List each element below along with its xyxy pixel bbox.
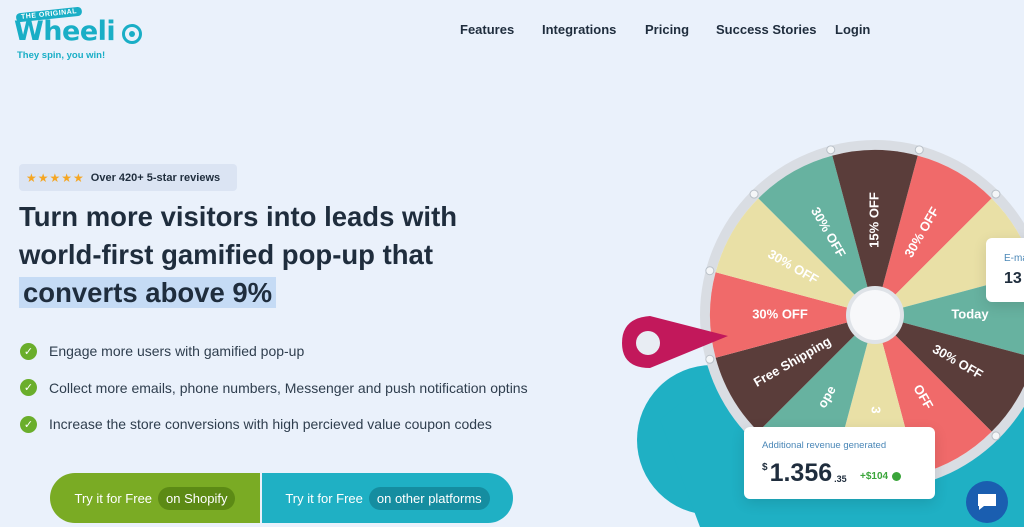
check-icon: ✓ xyxy=(20,379,37,396)
chat-widget-button[interactable] xyxy=(966,481,1008,523)
wheel-segment-label: 15% OFF xyxy=(866,192,881,248)
chat-bubble-icon xyxy=(978,494,996,510)
up-arrow-icon xyxy=(892,472,902,481)
nav-success-stories[interactable]: Success Stories xyxy=(716,22,816,37)
email-card-label: E-ma xyxy=(1004,253,1024,264)
feature-text: Collect more emails, phone numbers, Mess… xyxy=(49,379,528,396)
nav-features[interactable]: Features xyxy=(460,22,514,37)
wheel-peg xyxy=(705,354,715,364)
revenue-card: Additional revenue generated $ 1.356 .35… xyxy=(744,427,935,499)
try-free-other-platforms-button[interactable]: Try it for Free on other platforms xyxy=(262,473,513,523)
revenue-delta-value: +$104 xyxy=(860,471,889,482)
cta-other-label: Try it for Free xyxy=(285,490,363,506)
logo-tagline: They spin, you win! xyxy=(17,50,106,61)
logo-wheel-icon xyxy=(122,24,142,44)
revenue-currency: $ xyxy=(762,462,768,473)
nav-login[interactable]: Login xyxy=(835,22,870,37)
feature-text: Increase the store conversions with high… xyxy=(49,416,492,432)
wheel-segment-label: 30% OFF xyxy=(752,306,808,321)
revenue-label: Additional revenue generated xyxy=(762,440,887,451)
cta-shopify-pill: on Shopify xyxy=(158,486,236,510)
check-icon: ✓ xyxy=(20,415,37,433)
feature-item: ✓ Engage more users with gamified pop-up xyxy=(20,340,528,362)
revenue-cents: .35 xyxy=(834,474,847,484)
wheel-peg xyxy=(749,189,759,199)
wheel-peg xyxy=(914,145,924,155)
wheel-segment-label: Today xyxy=(951,306,989,321)
wheel-peg xyxy=(991,431,1001,441)
revenue-delta: +$104 xyxy=(860,471,902,482)
headline-line-1: Turn more visitors into leads with xyxy=(19,201,458,232)
nav-integrations[interactable]: Integrations xyxy=(542,22,616,37)
email-stat-card: E-ma 13 xyxy=(986,238,1024,302)
cta-shopify-label: Try it for Free xyxy=(74,490,153,506)
hero-headline: Turn more visitors into leads with world… xyxy=(19,198,539,312)
feature-list: ✓ Engage more users with gamified pop-up… xyxy=(20,340,528,450)
wheel-peg xyxy=(991,189,1001,199)
feature-item: ✓ Collect more emails, phone numbers, Me… xyxy=(20,377,528,399)
revenue-value: 1.356 xyxy=(769,459,833,487)
nav-pricing[interactable]: Pricing xyxy=(645,22,689,37)
logo-wordmark: Wheeli xyxy=(14,16,116,47)
headline-highlight: converts above 9% xyxy=(19,277,277,308)
headline-line-2: world-first gamified pop-up that xyxy=(19,239,433,270)
wheel-peg xyxy=(826,145,836,155)
wheel-peg xyxy=(705,266,715,276)
reviews-text: Over 420+ 5-star reviews xyxy=(90,171,221,184)
wheel-segment-label: 3 xyxy=(869,406,884,413)
cta-other-pill: on other platforms xyxy=(368,486,490,510)
five-stars-icon: ★★★★★ xyxy=(26,170,85,185)
wheel-hub xyxy=(850,290,900,340)
feature-item: ✓ Increase the store conversions with hi… xyxy=(20,413,528,435)
feature-text: Engage more users with gamified pop-up xyxy=(49,343,305,359)
email-card-value: 13 xyxy=(1004,270,1022,287)
wheelio-logo[interactable]: THE ORIGINAL Wheeli They spin, you win! xyxy=(14,6,144,61)
revenue-amount: $ 1.356 .35 xyxy=(762,459,847,488)
try-free-shopify-button[interactable]: Try it for Free on Shopify xyxy=(50,473,260,523)
check-icon: ✓ xyxy=(20,342,37,360)
reviews-badge: ★★★★★ Over 420+ 5-star reviews xyxy=(19,164,237,191)
